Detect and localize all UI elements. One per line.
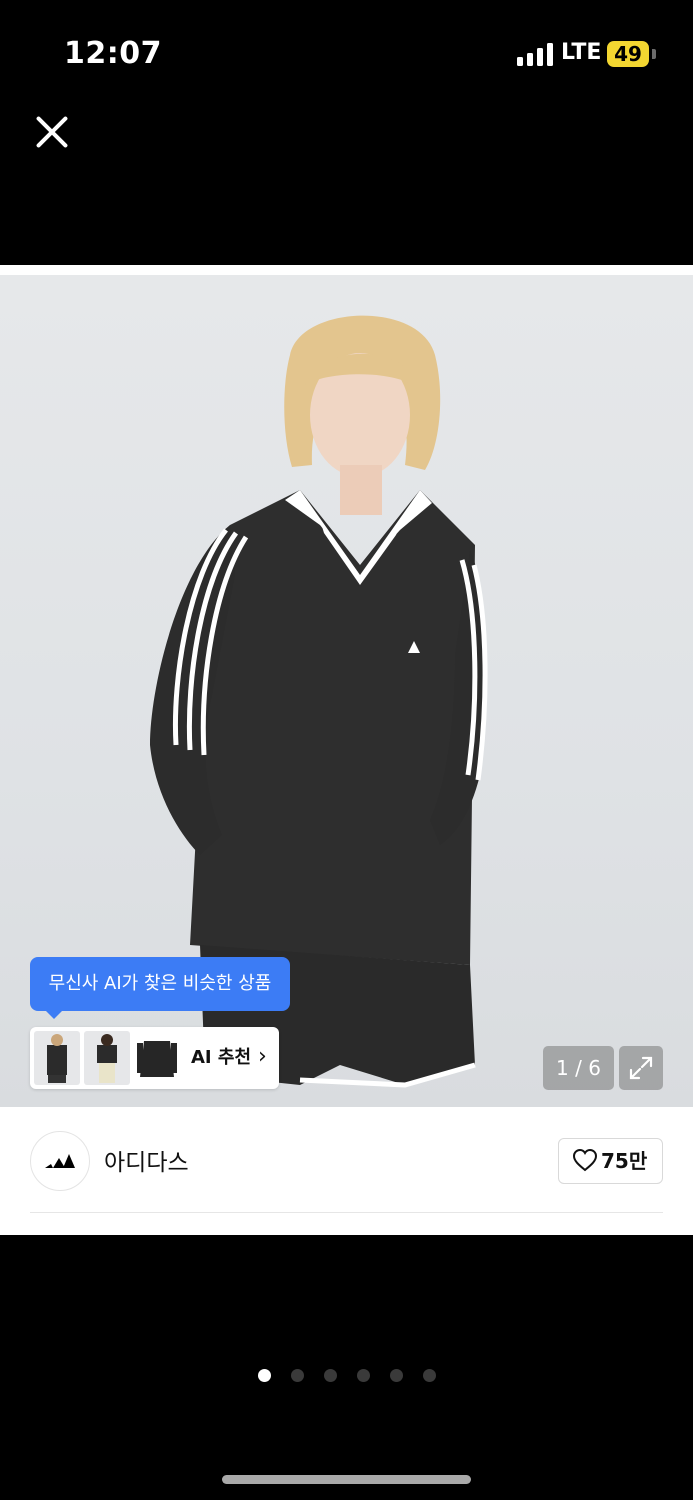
ai-similar-products-tooltip[interactable]: 무신사 AI가 찾은 비슷한 상품 (30, 957, 290, 1019)
brand-logo[interactable] (30, 1131, 90, 1191)
signal-icon (517, 42, 553, 66)
clock: 12:07 (64, 36, 162, 71)
product-card: 무신사 AI가 찾은 비슷한 상품 AI 추천 › 1 / 6 아디다스 75만 (0, 265, 693, 1235)
page-dot[interactable] (324, 1369, 337, 1382)
page-dot[interactable] (390, 1369, 403, 1382)
image-counter: 1 / 6 (543, 1046, 614, 1090)
page-dot[interactable] (291, 1369, 304, 1382)
page-dot[interactable] (258, 1369, 271, 1382)
recommend-thumb[interactable] (34, 1031, 80, 1085)
ai-recommend-strip[interactable]: AI 추천 › (30, 1027, 279, 1089)
heart-icon (572, 1148, 598, 1172)
ai-recommend-label[interactable]: AI 추천 (191, 1027, 251, 1089)
like-button[interactable]: 75만 (558, 1138, 663, 1184)
close-icon[interactable] (32, 112, 72, 152)
battery-icon: 49 (607, 41, 649, 67)
chevron-right-icon: › (258, 1044, 267, 1069)
recommend-thumb[interactable] (134, 1031, 180, 1085)
page-dot[interactable] (357, 1369, 370, 1382)
like-count: 75만 (601, 1149, 648, 1173)
home-indicator[interactable] (222, 1475, 471, 1484)
recommend-thumb[interactable] (84, 1031, 130, 1085)
divider (30, 1212, 663, 1213)
adidas-logo (45, 1154, 75, 1168)
brand-name[interactable]: 아디다스 (104, 1143, 189, 1177)
product-image[interactable]: 무신사 AI가 찾은 비슷한 상품 AI 추천 › 1 / 6 (0, 275, 693, 1107)
status-bar: 12:07 LTE 49 (0, 0, 693, 100)
page-dot[interactable] (423, 1369, 436, 1382)
expand-icon[interactable] (619, 1046, 663, 1090)
battery-tip (652, 49, 656, 59)
network-type: LTE (561, 40, 602, 65)
